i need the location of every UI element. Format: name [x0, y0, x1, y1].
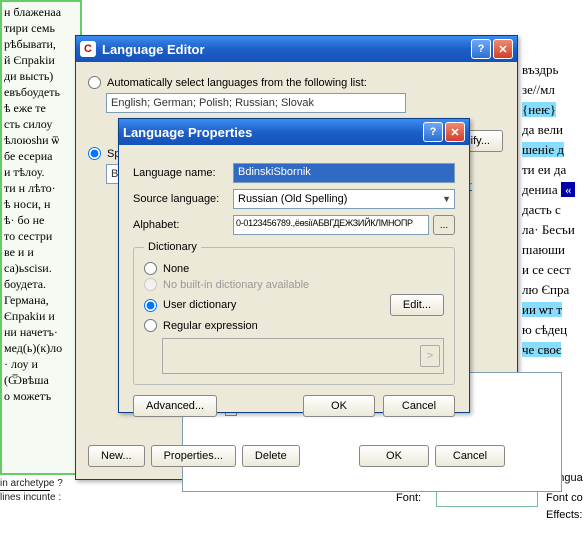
language-properties-titlebar[interactable]: Language Properties ? ✕	[119, 119, 469, 145]
regex-input: >	[162, 338, 444, 374]
footnote-archetype: in archetype ? lines incunte :	[0, 478, 63, 503]
dictionary-legend: Dictionary	[144, 241, 201, 253]
auto-select-radio[interactable]	[88, 76, 101, 89]
source-language-combo[interactable]: Russian (Old Spelling)	[233, 189, 455, 209]
chevron-right-icon: >	[420, 345, 440, 367]
dict-edit-button[interactable]: Edit...	[390, 294, 444, 316]
help-icon[interactable]: ?	[423, 122, 443, 142]
alphabet-field[interactable]: 0-0123456789.,ёѳѕіїАБВГДЕЖЗИЙКЛМНОПР	[233, 215, 429, 235]
advanced-button[interactable]: Advanced...	[133, 395, 217, 417]
editor-cancel-button[interactable]: Cancel	[435, 445, 505, 467]
language-properties-title: Language Properties	[123, 125, 252, 140]
properties-button[interactable]: Properties...	[151, 445, 236, 467]
close-icon[interactable]: ✕	[445, 122, 465, 142]
language-editor-title: Language Editor	[102, 42, 205, 57]
document-left-column: н блаженаа тири семь рѣбывати, й Єпраkіи…	[0, 0, 82, 475]
dict-builtin-radio	[144, 278, 157, 291]
delete-button[interactable]: Delete	[242, 445, 300, 467]
auto-languages-field: English; German; Polish; Russian; Slovak	[106, 93, 406, 113]
dict-regex-radio[interactable]	[144, 319, 157, 332]
app-icon: C	[80, 41, 96, 57]
dict-none-radio[interactable]	[144, 262, 157, 275]
alphabet-label: Alphabet:	[133, 219, 233, 231]
auto-select-label: Automatically select languages from the …	[107, 77, 367, 89]
help-icon[interactable]: ?	[471, 39, 491, 59]
language-properties-dialog: Language Properties ? ✕ Language name: B…	[118, 118, 470, 413]
props-ok-button[interactable]: OK	[303, 395, 375, 417]
language-name-label: Language name:	[133, 167, 233, 179]
language-name-input[interactable]: BdinskiSbornik	[233, 163, 455, 183]
props-cancel-button[interactable]: Cancel	[383, 395, 455, 417]
new-button[interactable]: New...	[88, 445, 145, 467]
close-icon[interactable]: ✕	[493, 39, 513, 59]
language-editor-titlebar[interactable]: C Language Editor ? ✕	[76, 36, 517, 62]
font-label: Font:	[396, 492, 436, 504]
alphabet-more-button[interactable]: ...	[433, 215, 455, 235]
document-right-column: въздрь зе//мл {неѥ} да вели шеніе д ти е…	[522, 60, 586, 360]
dictionary-group: Dictionary None No built-in dictionary a…	[133, 241, 455, 385]
editor-ok-button[interactable]: OK	[359, 445, 429, 467]
specify-manual-radio[interactable]	[88, 147, 101, 160]
dict-user-radio[interactable]	[144, 299, 157, 312]
source-language-label: Source language:	[133, 193, 233, 205]
